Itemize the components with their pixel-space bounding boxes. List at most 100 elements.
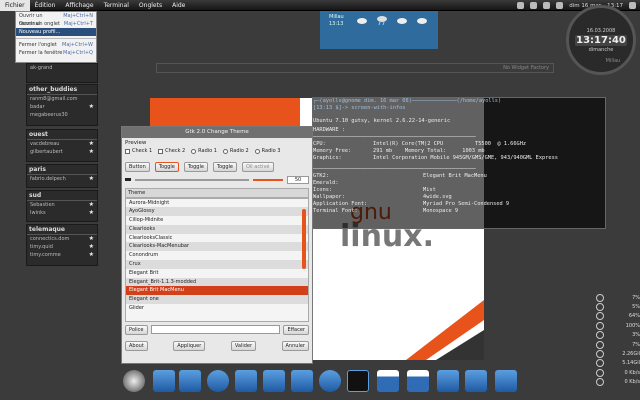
menu-edition[interactable]: Édition [30,0,61,11]
weather-widget[interactable]: Millau 13:13 [320,11,438,49]
star-icon: ★ [88,140,94,147]
about-button[interactable]: About [125,340,148,351]
menu-item-close-window[interactable]: Fermer la fenêtre Maj+Ctrl+Q [16,49,96,57]
cloud-icon [397,18,407,24]
buddy-item[interactable]: connectics.dom ★ [27,235,97,243]
terminal-window[interactable]: ┌─(ayolls@gnome dim. 16 mar 08)─────────… [312,97,606,229]
list-item[interactable]: Crux [126,260,308,269]
temp-icon [596,340,604,349]
scrollbar[interactable] [302,208,306,269]
buddy-item[interactable]: timy.comme ★ [27,251,97,259]
volume-icon[interactable] [530,2,538,9]
star-icon: ★ [88,148,94,155]
writer-icon[interactable] [263,370,285,392]
clear-button[interactable]: Effacer [283,324,309,335]
menu-fichier[interactable]: Fichier [0,0,30,11]
headphones-icon[interactable] [235,370,257,392]
terminal-line: GTK2: Elegant Brit MacMenu [313,173,487,179]
bluetooth-icon[interactable] [543,2,551,9]
radio2[interactable]: Radio 2 [222,148,249,154]
clock-widget[interactable]: 16.03.2008 13:17:40 dimanche Millau [566,5,636,75]
preview-button[interactable]: Button [125,161,150,172]
smiley-icon[interactable] [207,370,229,392]
slider-handle[interactable] [125,178,131,181]
buddy-item[interactable]: fabrio.delpech ★ [27,175,97,183]
slider-track[interactable] [135,178,249,181]
menu-item-open-terminal[interactable]: Ouvrir un terminal Maj+Ctrl+N [16,12,96,27]
radio1[interactable]: Radio 1 [191,148,217,154]
group-title[interactable]: ouest [27,130,97,140]
folder-icon[interactable] [437,370,459,392]
buddy-item[interactable]: badar ★ [27,103,97,111]
calendar2-icon[interactable] [407,370,429,392]
download-icon [596,368,604,377]
trash-icon[interactable] [495,370,517,392]
buddy-item[interactable]: megabeerus30 [27,111,97,119]
list-item[interactable]: Aurora-Midnight [126,199,308,208]
menu-item-new-profile[interactable]: Nouveau profil... [16,28,96,36]
theme-list[interactable]: Aurora-Midnight AyoGlossy Cillop-Midnite… [125,197,309,322]
buddy-item[interactable]: vacdebreau ★ [27,140,97,148]
group-title[interactable]: sud [27,191,97,201]
menu-onglets[interactable]: Onglets [134,0,167,11]
calendar-icon[interactable] [377,370,399,392]
menu-separator [16,38,96,39]
list-item[interactable]: ClearlooksClassic [126,234,308,243]
image-icon[interactable] [291,370,313,392]
terminal-command: [13:13 $]-> screen-with-infos [313,105,406,111]
toggle-button[interactable]: Toggle [183,161,208,172]
cpu-icon [596,303,604,312]
cancel-button[interactable]: Annuler [281,340,309,351]
download-icon[interactable] [465,370,487,392]
buddy-item[interactable]: timy.quid ★ [27,243,97,251]
settings-icon[interactable] [319,370,341,392]
list-item[interactable]: Elegant one [126,295,308,305]
menu-aide[interactable]: Aide [167,0,190,11]
menu-affichage[interactable]: Affichage [60,0,98,11]
battery-icon[interactable] [556,2,564,9]
group-title[interactable]: telemaque [27,225,97,235]
radio-icon [222,148,228,154]
cloud-icon [417,18,427,24]
list-item[interactable]: Elegant_Brit-1.1.3-modded [126,277,308,287]
validate-button[interactable]: Valider [230,340,257,351]
theme-column-header[interactable]: Theme [125,187,309,198]
star-icon: ★ [88,209,94,216]
buddy-item[interactable]: ranm8@gmail.com [27,95,97,103]
terminal-icon[interactable] [347,370,369,392]
list-item[interactable]: Cillop-Midnite [126,216,308,225]
list-item[interactable]: Elegant Brit [126,269,308,278]
dialog-title[interactable]: Gtk 2.0 Change Theme [122,127,312,138]
magnifier-icon[interactable] [123,370,145,392]
font-button[interactable]: Police [125,324,148,335]
list-item[interactable]: Glider [126,304,308,313]
check1[interactable]: Check 1 [125,148,152,154]
buddy-item[interactable]: Iwinks ★ [27,209,97,217]
power-icon[interactable] [629,2,636,9]
toggle-button[interactable]: Toggle [212,161,237,172]
mail-icon[interactable] [179,370,201,392]
buddy-item[interactable]: Sebastien ★ [27,201,97,209]
radio3[interactable]: Radio 3 [254,148,280,154]
apply-button[interactable]: Appliquer [173,340,206,351]
list-item[interactable]: Conondrum [126,251,308,260]
font-field[interactable] [150,325,281,334]
buddy-group-sud: sud Sebastien ★ Iwinks ★ [26,190,98,222]
list-item[interactable]: AyoGlossy [126,207,308,217]
group-title[interactable]: paris [27,165,97,175]
check2[interactable]: Check 2 [158,148,185,154]
buddy-item[interactable]: gilbertaubert ★ [27,148,97,156]
toggle-button[interactable]: Toggle [154,161,179,172]
group-title[interactable]: other_buddies [27,85,97,95]
network-icon[interactable] [517,2,525,9]
buddy-item[interactable]: ak-grand [27,64,97,72]
spin-value[interactable]: 50 [287,175,309,184]
list-item[interactable]: Clearlooks-MacMenubar [126,242,308,252]
menu-terminal[interactable]: Terminal [99,0,134,11]
disabled-button: Oil activé [241,161,274,172]
list-item[interactable]: Clearlooks [126,224,308,234]
list-item-selected[interactable]: Elegant Brit MacMenu [126,286,308,296]
menu-item-close-tab[interactable]: Fermer l'onglet Maj+Ctrl+W [16,41,96,49]
menu-item-open-tab[interactable]: Ouvrir un onglet Maj+Ctrl+T [16,20,96,28]
home-icon[interactable] [153,370,175,392]
